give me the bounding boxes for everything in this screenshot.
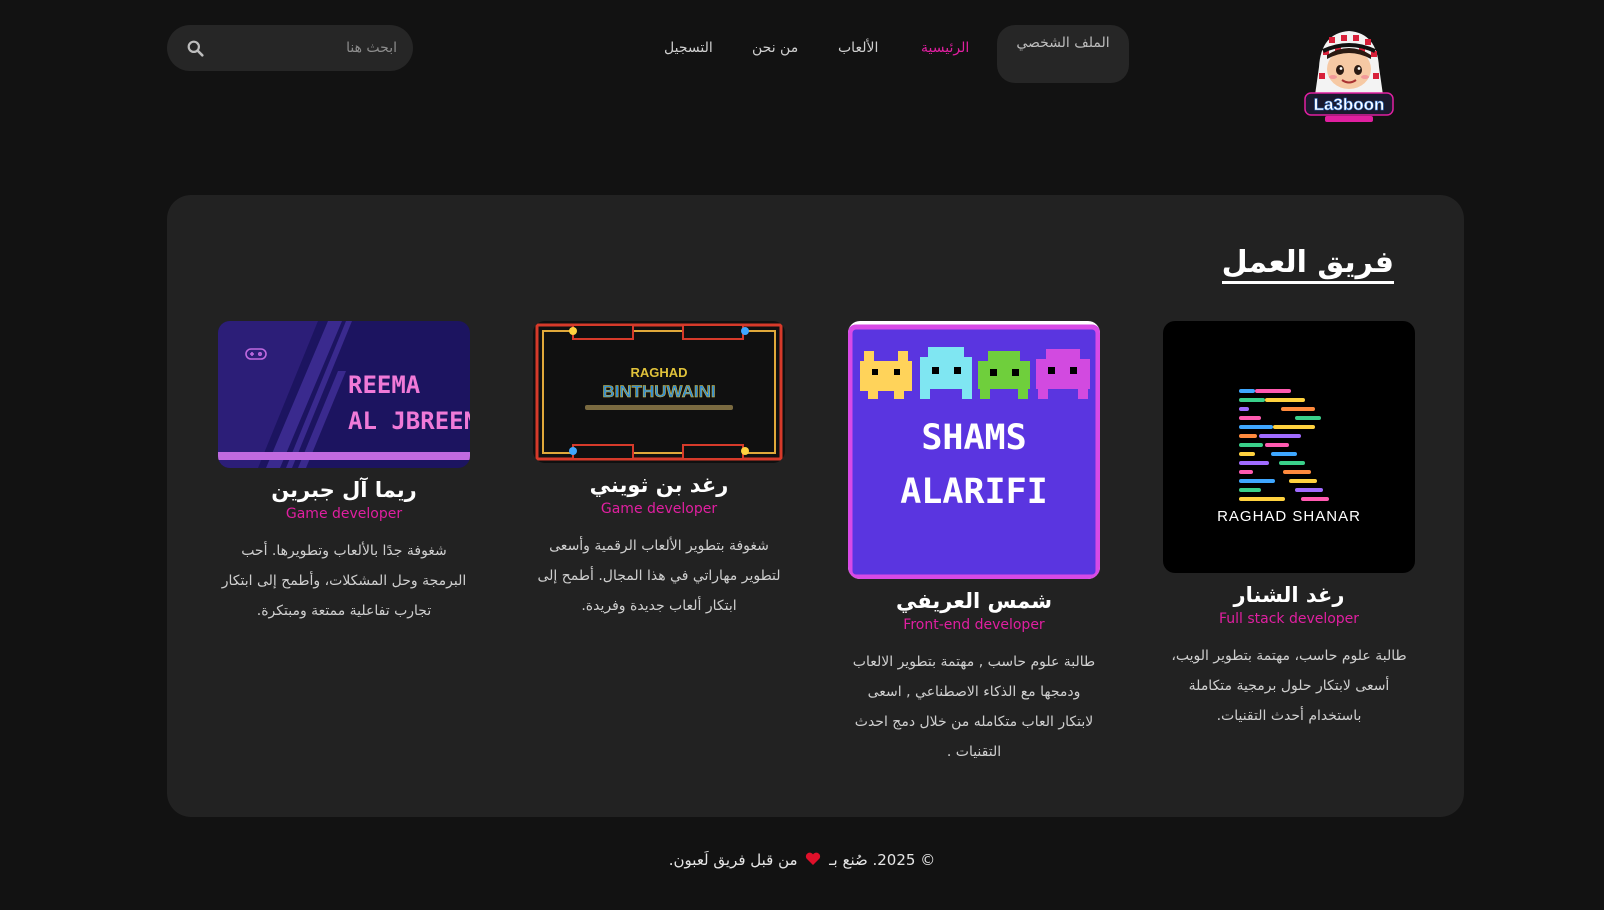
member-avatar-image: RAGHAD SHANAR [1163, 321, 1415, 573]
avatar-caption-line2: ALARIFI [900, 472, 1048, 512]
member-role: Game developer [600, 501, 718, 517]
member-avatar-image: RAGHAD BINTHUWAINI [533, 321, 785, 463]
team-panel: فريق العمل RAGHAD SHANAR رغد الشنار Full… [167, 195, 1464, 817]
logo-wordmark: La3boon [1314, 95, 1385, 114]
nav-games[interactable]: الألعاب [838, 40, 878, 60]
member-bio: شغوفة جدًا بالألعاب وتطويرها. أحب البرمج… [221, 543, 467, 619]
member-name: ريما آل جبرين [271, 478, 417, 502]
team-card-reema-aljbreen: REEMA AL JBREEN ريما آل جبرين Game devel… [218, 321, 470, 626]
footer: © 2025. صُنع بـ من قبل فريق لَعبون. [0, 851, 1604, 869]
member-name: رغد الشنار [1233, 583, 1345, 607]
avatar-caption-line1: RAGHAD [630, 365, 687, 380]
avatar-caption-line1: REEMA [348, 371, 421, 399]
member-name: شمس العريفي [896, 589, 1052, 613]
member-bio: شغوفة بتطوير الألعاب الرقمية وأسعى لتطوي… [537, 538, 781, 614]
nav-home[interactable]: الرئيسية [921, 40, 969, 60]
member-name: رغد بن ثويني [589, 473, 729, 497]
member-avatar-image: SHAMS ALARIFI [848, 321, 1100, 579]
avatar-caption-line2: AL JBREEN [348, 407, 470, 435]
member-role: Game developer [285, 506, 403, 522]
nav-about[interactable]: من نحن [752, 40, 798, 60]
member-role: Full stack developer [1218, 611, 1360, 627]
footer-text-end: من قبل فريق لَعبون. [668, 851, 798, 869]
heart-icon [806, 852, 821, 865]
search-box [167, 25, 413, 71]
team-card-raghad-shanar: RAGHAD SHANAR رغد الشنار Full stack deve… [1163, 321, 1415, 731]
avatar-caption-line2: BINTHUWAINI [602, 382, 715, 401]
search-icon[interactable] [187, 40, 204, 57]
avatar-caption: RAGHAD SHANAR [1217, 508, 1361, 525]
member-bio: طالبة علوم حاسب , مهتمة بتطوير الالعاب و… [852, 654, 1096, 760]
la3boon-logo[interactable]: La3boon [1299, 25, 1399, 125]
team-card-shams-alarifi: SHAMS ALARIFI شمس العريفي Front-end deve… [848, 321, 1100, 767]
nav-register[interactable]: التسجيل [664, 40, 713, 60]
member-avatar-image: REEMA AL JBREEN [218, 321, 470, 468]
member-bio: طالبة علوم حاسب، مهتمة بتطوير الويب، أسع… [1171, 648, 1407, 724]
profile-button[interactable]: الملف الشخصي [997, 25, 1129, 83]
member-role: Front-end developer [903, 617, 1045, 633]
team-card-raghad-binthuwaini: RAGHAD BINTHUWAINI رغد بن ثويني Game dev… [533, 321, 785, 621]
search-input[interactable] [227, 25, 397, 71]
section-title: فريق العمل [1221, 245, 1394, 284]
footer-text-start: © 2025. صُنع بـ [829, 851, 936, 869]
avatar-caption-line1: SHAMS [921, 418, 1026, 458]
